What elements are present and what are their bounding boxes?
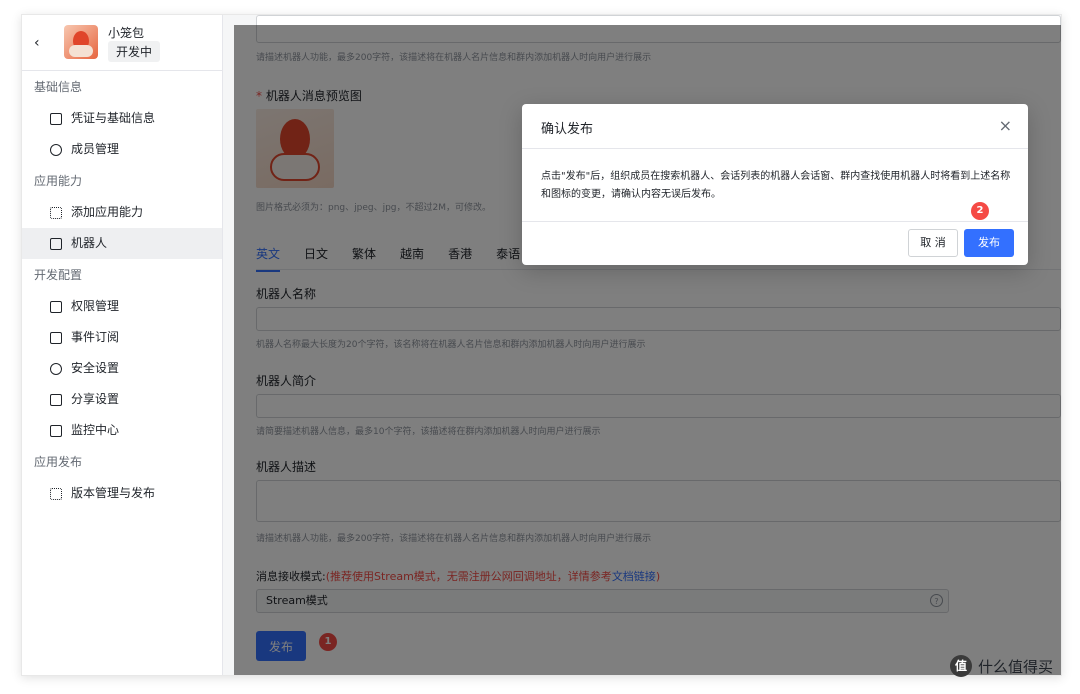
watermark: 值 什么值得买 <box>950 655 1053 677</box>
credential-icon <box>50 112 62 125</box>
close-icon[interactable]: × <box>999 116 1012 135</box>
sidebar-item-label: 机器人 <box>71 236 108 250</box>
confirm-publish-dialog: 确认发布 × 点击"发布"后，组织成员在搜索机器人、会话列表的机器人会话窗、群内… <box>522 104 1028 265</box>
dialog-divider-top <box>522 148 1028 149</box>
sidebar-item-monitor[interactable]: 监控中心 <box>22 415 222 446</box>
sidebar-item-events[interactable]: 事件订阅 <box>22 322 222 353</box>
shield-icon <box>50 362 62 375</box>
event-icon <box>50 331 62 344</box>
step-marker-2: 2 <box>971 202 989 220</box>
sidebar-item-label: 监控中心 <box>71 423 120 437</box>
grid-icon <box>50 206 62 219</box>
chevron-left-icon[interactable]: ‹ <box>34 35 40 51</box>
sidebar-item-label: 版本管理与发布 <box>71 486 156 500</box>
dialog-divider-bottom <box>522 221 1028 222</box>
sidebar-item-robot[interactable]: 机器人 <box>22 228 222 259</box>
sidebar-item-versions[interactable]: 版本管理与发布 <box>22 478 222 509</box>
status-badge: 开发中 <box>108 41 161 62</box>
app-avatar <box>64 25 98 59</box>
dialog-body: 点击"发布"后，组织成员在搜索机器人、会话列表的机器人会话窗、群内查找使用机器人… <box>541 171 1011 200</box>
sidebar-item-label: 安全设置 <box>71 361 120 375</box>
sidebar: ‹ 小笼包 开发中 基础信息 凭证与基础信息 成员管理 应用能力 添加应用能力 … <box>22 15 223 675</box>
sidebar-item-security[interactable]: 安全设置 <box>22 353 222 384</box>
robot-icon <box>50 237 62 250</box>
lock-icon <box>50 300 62 313</box>
group-title-capabilities: 应用能力 <box>34 174 83 188</box>
sidebar-item-credentials[interactable]: 凭证与基础信息 <box>22 103 222 134</box>
share-icon <box>50 393 62 406</box>
dialog-title: 确认发布 <box>541 122 594 137</box>
sidebar-item-share[interactable]: 分享设置 <box>22 384 222 415</box>
sidebar-item-label: 添加应用能力 <box>71 205 144 219</box>
confirm-publish-button[interactable]: 发布 <box>964 229 1014 257</box>
sidebar-item-label: 权限管理 <box>71 299 120 313</box>
watermark-logo: 值 <box>950 655 972 677</box>
group-title-basic: 基础信息 <box>34 80 83 94</box>
sidebar-item-label: 事件订阅 <box>71 330 120 344</box>
group-title-release: 应用发布 <box>34 455 83 469</box>
sidebar-header: ‹ 小笼包 开发中 <box>22 15 222 71</box>
watermark-text: 什么值得买 <box>978 657 1054 676</box>
app-name: 小笼包 <box>108 26 145 40</box>
sidebar-item-label: 成员管理 <box>71 142 120 156</box>
cancel-button[interactable]: 取 消 <box>908 229 958 257</box>
sidebar-item-label: 分享设置 <box>71 392 120 406</box>
sidebar-item-add-capability[interactable]: 添加应用能力 <box>22 197 222 228</box>
app-window: ‹ 小笼包 开发中 基础信息 凭证与基础信息 成员管理 应用能力 添加应用能力 … <box>21 14 1062 676</box>
sidebar-item-members[interactable]: 成员管理 <box>22 134 222 165</box>
monitor-icon <box>50 424 62 437</box>
group-title-dev-config: 开发配置 <box>34 268 83 282</box>
layers-icon <box>50 487 62 500</box>
user-icon <box>50 143 62 156</box>
sidebar-item-label: 凭证与基础信息 <box>71 111 156 125</box>
sidebar-item-permissions[interactable]: 权限管理 <box>22 291 222 322</box>
